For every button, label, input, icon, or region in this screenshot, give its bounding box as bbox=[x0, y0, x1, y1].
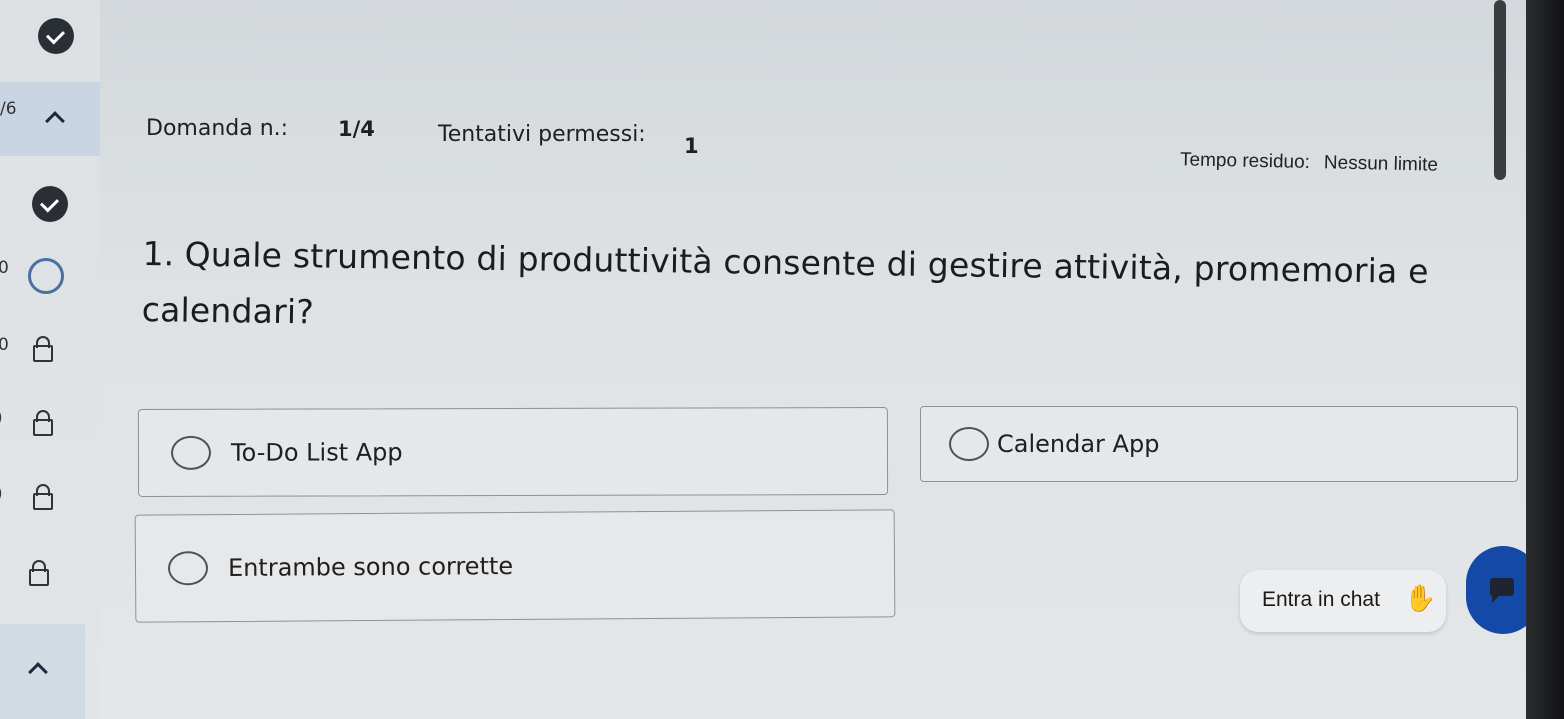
question-number-label: Domanda n.: bbox=[146, 116, 289, 141]
question-text: 1. Quale strumento di produttività conse… bbox=[141, 226, 1482, 357]
question-number: 1. bbox=[142, 233, 175, 274]
check-icon bbox=[38, 18, 74, 54]
radio-circle-icon[interactable] bbox=[167, 551, 209, 586]
lock-icon bbox=[29, 560, 49, 586]
quiz-page: /6 0 0 ) ) Domanda n.: 1/4 Tentativi per… bbox=[0, 0, 1564, 719]
question-marker: ) bbox=[0, 408, 3, 428]
question-body: Quale strumento di produttività consente… bbox=[141, 234, 1429, 332]
question-sidebar: /6 0 0 ) ) bbox=[0, 0, 100, 719]
answer-label: Calendar App bbox=[997, 430, 1160, 458]
answer-label: To-Do List App bbox=[230, 438, 403, 467]
lock-icon bbox=[33, 410, 53, 436]
chat-prompt-label: Entra in chat bbox=[1262, 588, 1380, 611]
waving-hand-icon: ✋ bbox=[1404, 584, 1437, 614]
answer-label: Entrambe sono corrette bbox=[227, 552, 514, 583]
question-number-value: 1/4 bbox=[338, 117, 375, 141]
radio-circle-icon[interactable] bbox=[170, 435, 212, 470]
section-number: /6 bbox=[0, 99, 17, 119]
time-remaining-value: Nessun limite bbox=[1323, 152, 1439, 176]
answer-option-todo[interactable]: To-Do List App bbox=[137, 407, 889, 497]
question-marker: ) bbox=[0, 484, 3, 504]
chat-bubble-icon bbox=[1490, 578, 1514, 603]
current-question-icon[interactable] bbox=[28, 258, 64, 294]
attempts-label: Tentativi permessi: bbox=[438, 122, 646, 147]
screen-bezel bbox=[1526, 0, 1564, 719]
lock-icon bbox=[33, 484, 53, 510]
check-icon bbox=[32, 186, 68, 222]
scrollbar[interactable] bbox=[1494, 0, 1506, 180]
radio-circle-icon[interactable] bbox=[949, 427, 989, 461]
attempts-value: 1 bbox=[684, 134, 699, 158]
answer-option-calendar[interactable]: Calendar App bbox=[920, 406, 1518, 482]
question-marker: 0 bbox=[0, 335, 9, 355]
answer-option-both[interactable]: Entrambe sono corrette bbox=[134, 509, 896, 623]
question-marker: 0 bbox=[0, 258, 9, 278]
time-remaining: Tempo residuo: Nessun limite bbox=[1180, 149, 1438, 176]
chat-prompt[interactable]: Entra in chat ✋ bbox=[1240, 570, 1446, 632]
lock-icon bbox=[33, 336, 53, 362]
time-remaining-label: Tempo residuo: bbox=[1179, 149, 1311, 174]
